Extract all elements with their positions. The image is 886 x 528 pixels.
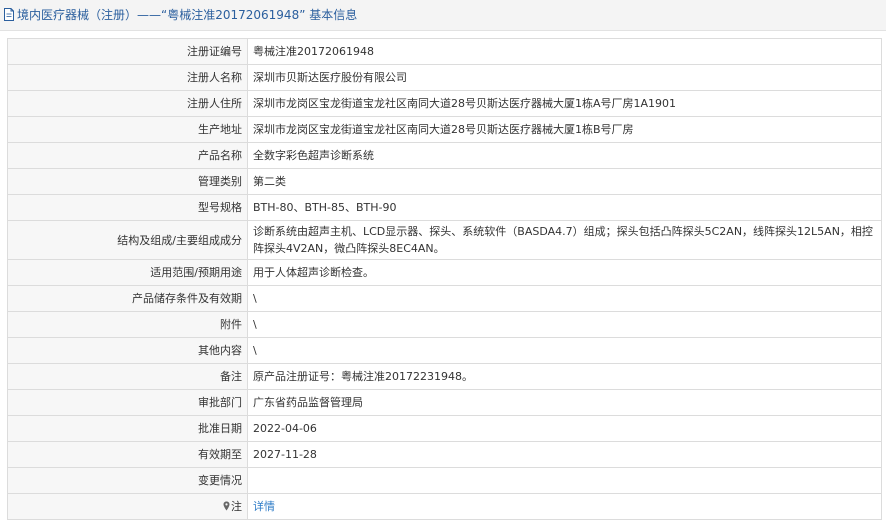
field-value: 第二类 [247,168,882,195]
table-row: 注册人名称 深圳市贝斯达医疗股份有限公司 [7,64,882,91]
field-label: 适用范围/预期用途 [7,259,248,286]
note-value-cell: 详情 [247,493,882,520]
table-row: 产品储存条件及有效期 \ [7,285,882,312]
field-label: 其他内容 [7,337,248,364]
page-header: 境内医疗器械（注册）——“粤械注准20172061948” 基本信息 [0,0,886,31]
field-label: 批准日期 [7,415,248,442]
field-value: \ [247,311,882,338]
field-value: 2022-04-06 [247,415,882,442]
table-row: 备注 原产品注册证号：粤械注准20172231948。 [7,363,882,390]
field-value: 2027-11-28 [247,441,882,468]
field-label: 产品储存条件及有效期 [7,285,248,312]
table-row: 有效期至 2027-11-28 [7,441,882,468]
field-label: 注册证编号 [7,38,248,65]
field-value [247,467,882,494]
field-label: 备注 [7,363,248,390]
table-row: 生产地址 深圳市龙岗区宝龙街道宝龙社区南同大道28号贝斯达医疗器械大厦1栋B号厂… [7,116,882,143]
table-row: 适用范围/预期用途 用于人体超声诊断检查。 [7,259,882,286]
field-label: 管理类别 [7,168,248,195]
field-value: \ [247,285,882,312]
table-row: 附件 \ [7,311,882,338]
details-link[interactable]: 详情 [253,500,275,513]
field-label: 有效期至 [7,441,248,468]
table-row: 审批部门 广东省药品监督管理局 [7,389,882,416]
location-pin-icon [223,501,230,511]
field-label: 产品名称 [7,142,248,169]
field-value: 深圳市贝斯达医疗股份有限公司 [247,64,882,91]
field-value: 诊断系统由超声主机、LCD显示器、探头、系统软件（BASDA4.7）组成；探头包… [247,220,882,260]
field-value: \ [247,337,882,364]
table-row: 变更情况 [7,467,882,494]
registration-info-table: 注册证编号 粤械注准20172061948 注册人名称 深圳市贝斯达医疗股份有限… [7,38,882,520]
field-value: 深圳市龙岗区宝龙街道宝龙社区南同大道28号贝斯达医疗器械大厦1栋B号厂房 [247,116,882,143]
field-label: 变更情况 [7,467,248,494]
table-row: 其他内容 \ [7,337,882,364]
field-value: 用于人体超声诊断检查。 [247,259,882,286]
field-label: 注册人住所 [7,90,248,117]
table-row: 结构及组成/主要组成成分 诊断系统由超声主机、LCD显示器、探头、系统软件（BA… [7,220,882,260]
table-row: 产品名称 全数字彩色超声诊断系统 [7,142,882,169]
table-row-note: 注 详情 [7,493,882,520]
table-row: 注册人住所 深圳市龙岗区宝龙街道宝龙社区南同大道28号贝斯达医疗器械大厦1栋A号… [7,90,882,117]
table-row: 注册证编号 粤械注准20172061948 [7,38,882,65]
field-value: BTH-80、BTH-85、BTH-90 [247,194,882,221]
page-title: 境内医疗器械（注册）——“粤械注准20172061948” 基本信息 [17,8,358,22]
field-value: 粤械注准20172061948 [247,38,882,65]
note-label-cell: 注 [7,493,248,520]
table-row: 管理类别 第二类 [7,168,882,195]
document-icon [4,8,14,21]
field-label: 注册人名称 [7,64,248,91]
field-value: 全数字彩色超声诊断系统 [247,142,882,169]
field-value: 原产品注册证号：粤械注准20172231948。 [247,363,882,390]
note-label: 注 [231,500,242,513]
table-row: 批准日期 2022-04-06 [7,415,882,442]
field-label: 结构及组成/主要组成成分 [7,220,248,260]
field-label: 附件 [7,311,248,338]
field-label: 型号规格 [7,194,248,221]
field-label: 审批部门 [7,389,248,416]
field-value: 深圳市龙岗区宝龙街道宝龙社区南同大道28号贝斯达医疗器械大厦1栋A号厂房1A19… [247,90,882,117]
field-label: 生产地址 [7,116,248,143]
field-value: 广东省药品监督管理局 [247,389,882,416]
table-row: 型号规格 BTH-80、BTH-85、BTH-90 [7,194,882,221]
